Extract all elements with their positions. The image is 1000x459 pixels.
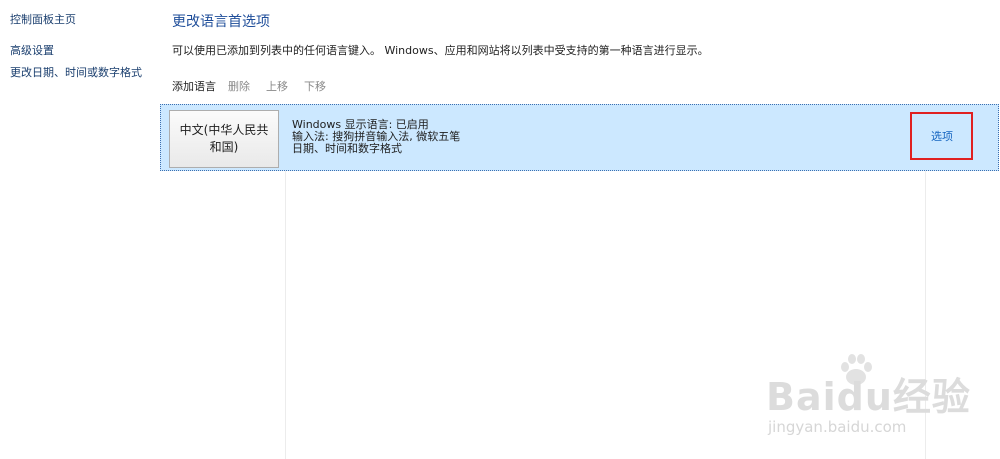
format-info: 日期、时间和数字格式 (292, 142, 402, 155)
language-name-tile[interactable]: 中文(中华人民共和国) (169, 110, 279, 168)
sidebar-link-date-time-format[interactable]: 更改日期、时间或数字格式 (10, 66, 142, 80)
sidebar-link-advanced-settings[interactable]: 高级设置 (10, 44, 54, 58)
sidebar-link-control-panel-home[interactable]: 控制面板主页 (10, 13, 76, 27)
remove-language-button[interactable]: 删除 (228, 80, 250, 94)
add-language-button[interactable]: 添加语言 (172, 80, 216, 94)
options-link[interactable]: 选项 (931, 130, 953, 144)
page-description: 可以使用已添加到列表中的任何语言键入。 Windows、应用和网站将以列表中受支… (172, 44, 709, 57)
page-title: 更改语言首选项 (172, 14, 270, 30)
move-up-button[interactable]: 上移 (266, 80, 288, 94)
move-down-button[interactable]: 下移 (304, 80, 326, 94)
language-name: 中文(中华人民共和国) (179, 123, 269, 154)
language-row-selected[interactable]: 中文(中华人民共和国) Windows 显示语言: 已启用 输入法: 搜狗拼音输… (160, 104, 999, 171)
sidebar: 控制面板主页 高级设置 更改日期、时间或数字格式 (0, 0, 150, 459)
language-details: Windows 显示语言: 已启用 输入法: 搜狗拼音输入法, 微软五笔 日期、… (292, 119, 460, 155)
